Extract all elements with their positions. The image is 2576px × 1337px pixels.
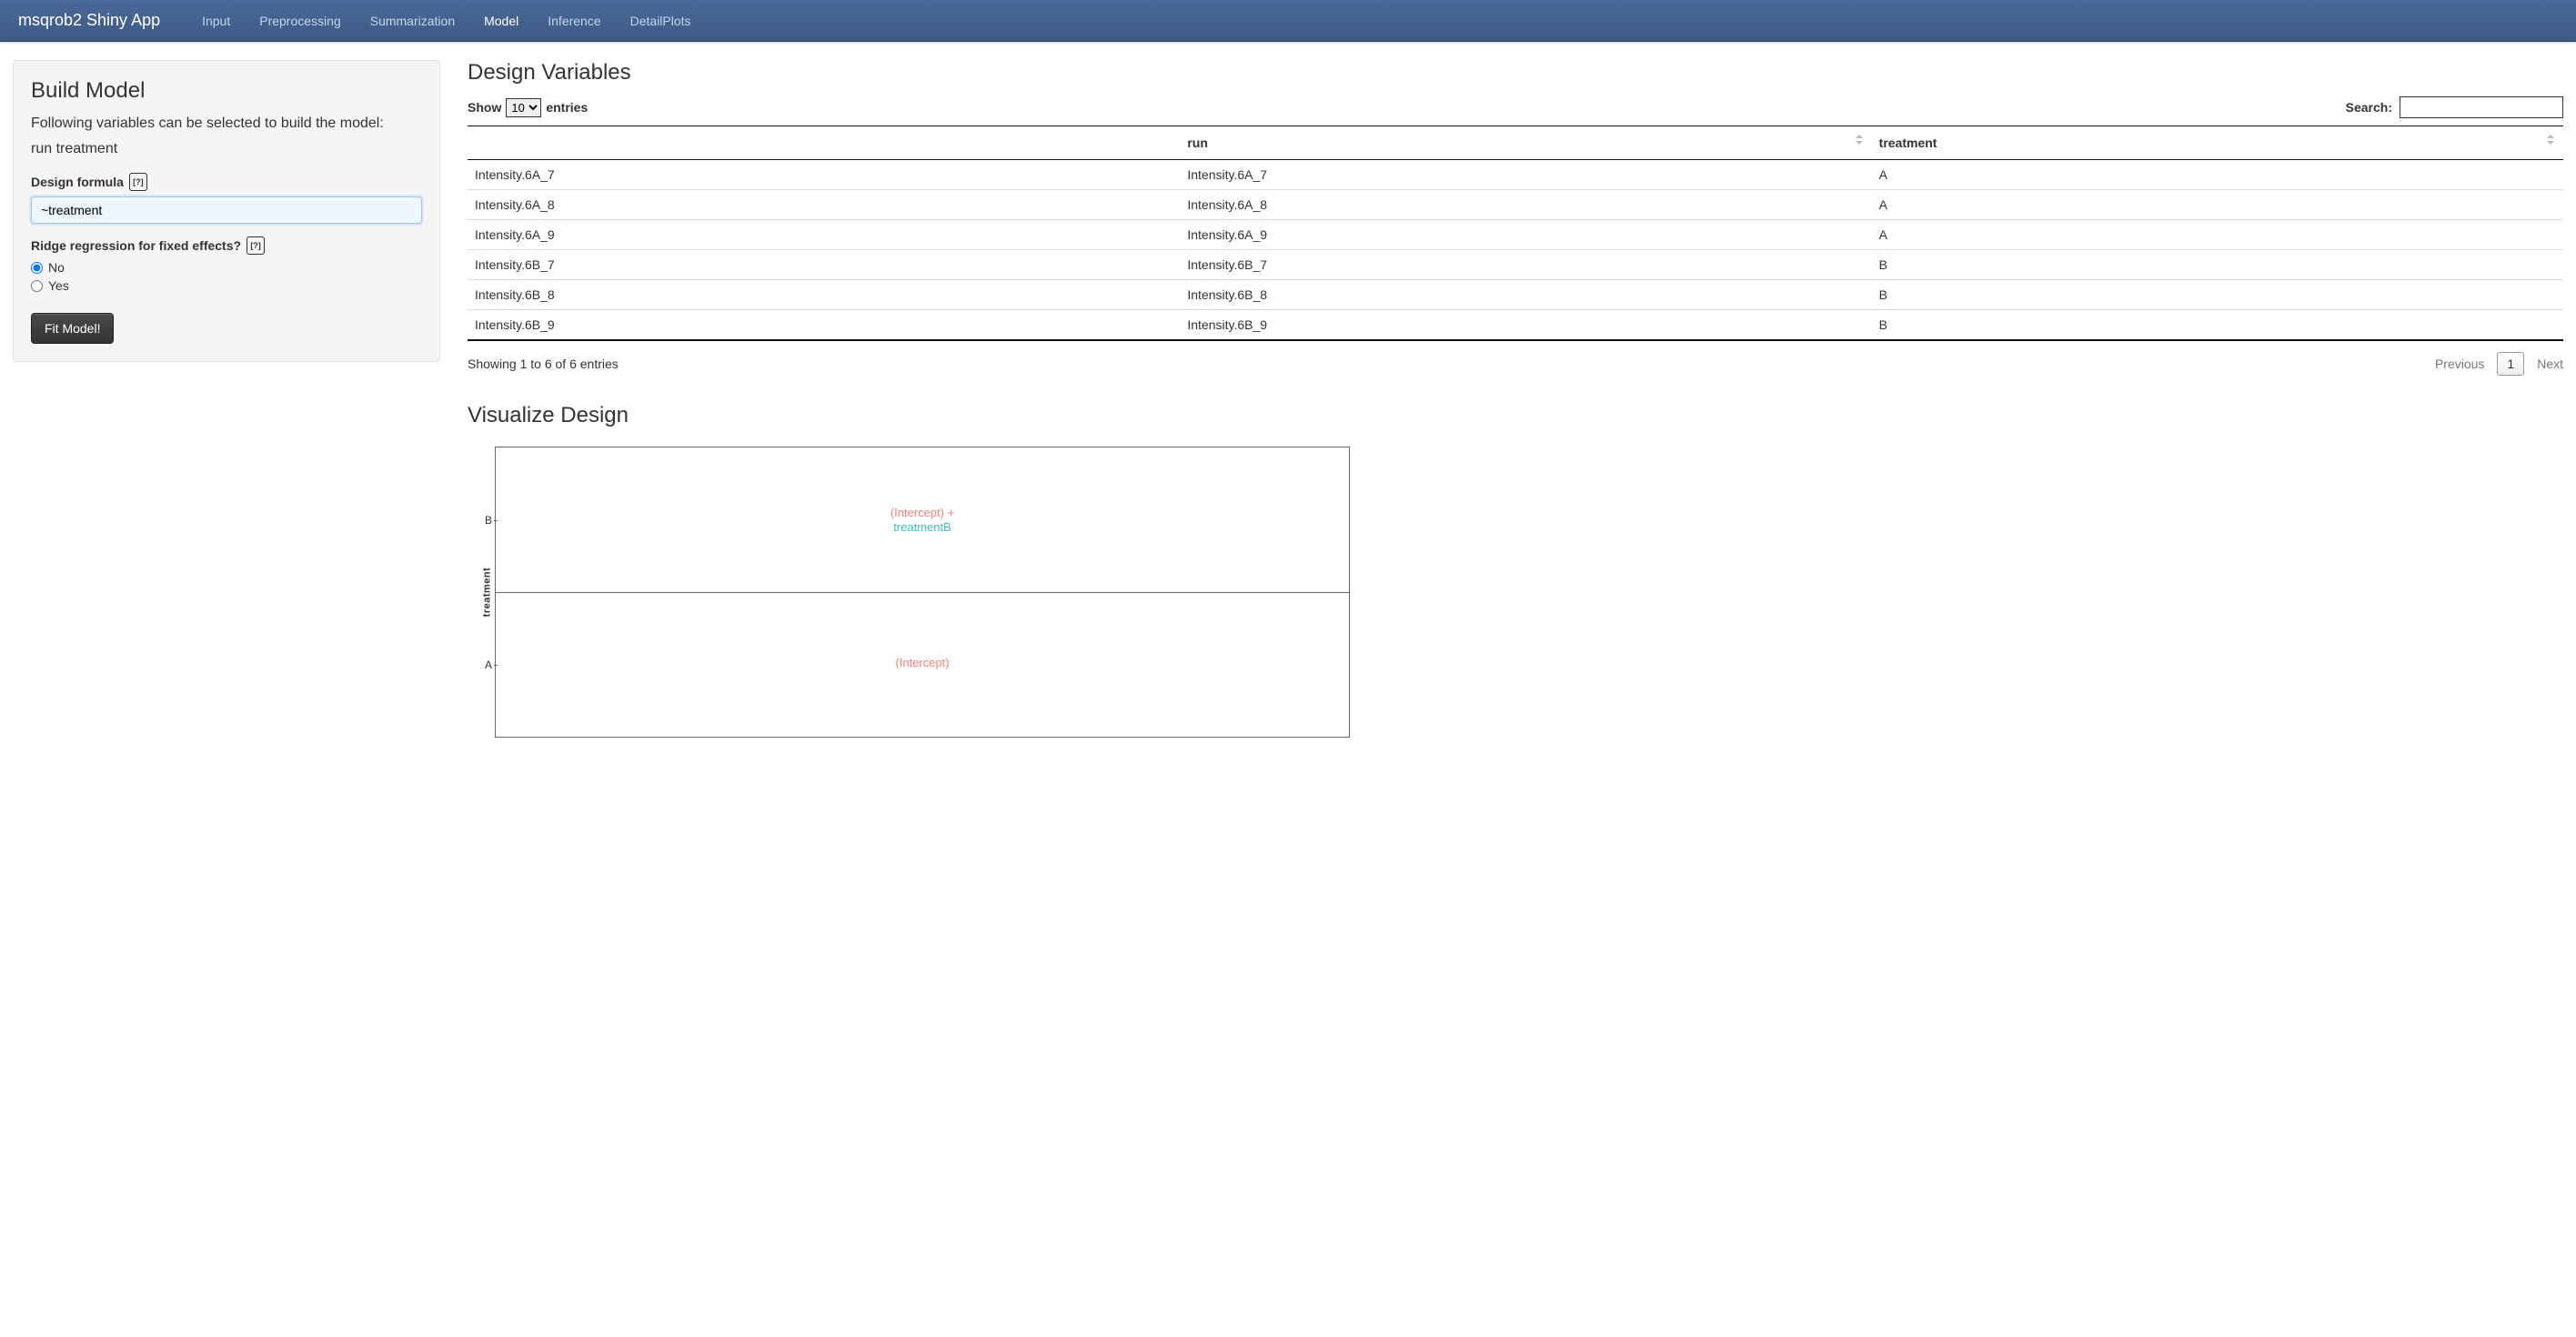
panel-desc-1: Following variables can be selected to b… <box>31 113 422 135</box>
nav-model[interactable]: Model <box>469 1 533 41</box>
ridge-no-radio[interactable] <box>31 262 43 274</box>
visualize-section: Visualize Design treatment B A (Intercep… <box>468 403 2563 738</box>
table-row[interactable]: Intensity.6B_7Intensity.6B_7B <box>468 250 2563 280</box>
help-icon[interactable]: [?] <box>129 173 147 191</box>
y-tick-a: A <box>485 658 492 671</box>
search-input[interactable] <box>2400 96 2563 118</box>
ridge-yes-radio[interactable] <box>31 280 43 292</box>
cell-id: Intensity.6A_7 <box>468 160 1180 190</box>
table-row[interactable]: Intensity.6A_7Intensity.6A_7A <box>468 160 2563 190</box>
cell-treatment: B <box>1872 310 2563 341</box>
build-model-panel: Build Model Following variables can be s… <box>13 60 440 362</box>
show-label-pre: Show <box>468 100 501 115</box>
cell-run: Intensity.6A_7 <box>1180 160 1871 190</box>
cell-run: Intensity.6B_7 <box>1180 250 1871 280</box>
cell-run: Intensity.6B_9 <box>1180 310 1871 341</box>
cell-id: Intensity.6B_7 <box>468 250 1180 280</box>
intercept-term: (Intercept) <box>895 656 949 669</box>
intercept-plus: (Intercept) + <box>891 506 954 519</box>
nav-preprocessing[interactable]: Preprocessing <box>245 1 356 41</box>
cell-id: Intensity.6A_9 <box>468 220 1180 250</box>
treatment-b-term: treatmentB <box>893 520 951 534</box>
cell-run: Intensity.6A_8 <box>1180 190 1871 220</box>
formula-label: Design formula [?] <box>31 173 422 191</box>
cell-treatment: B <box>1872 280 2563 310</box>
navbar-brand: msqrob2 Shiny App <box>18 11 160 30</box>
table-body: Intensity.6A_7Intensity.6A_7A Intensity.… <box>468 160 2563 341</box>
formula-label-text: Design formula <box>31 175 124 189</box>
chart-divider <box>496 592 1349 593</box>
next-page[interactable]: Next <box>2537 357 2563 371</box>
ridge-radio-group: No Yes <box>31 260 422 293</box>
cell-id: Intensity.6A_8 <box>468 190 1180 220</box>
navbar: msqrob2 Shiny App Input Preprocessing Su… <box>0 0 2576 42</box>
chart-wrap: treatment B A (Intercept) + treatmentB (… <box>495 447 2563 738</box>
ridge-label: Ridge regression for fixed effects? [?] <box>31 236 422 255</box>
search-wrap: Search: <box>2346 96 2563 118</box>
ridge-no-row[interactable]: No <box>31 260 422 275</box>
ridge-label-text: Ridge regression for fixed effects? <box>31 238 241 253</box>
cell-label-b: (Intercept) + treatmentB <box>891 506 954 537</box>
cell-treatment: A <box>1872 220 2563 250</box>
col-header-id[interactable] <box>468 126 1180 160</box>
table-row[interactable]: Intensity.6A_9Intensity.6A_9A <box>468 220 2563 250</box>
cell-treatment: A <box>1872 190 2563 220</box>
viz-title: Visualize Design <box>468 403 2563 428</box>
cell-label-a: (Intercept) <box>895 656 949 671</box>
panel-desc-2: run treatment <box>31 138 422 160</box>
table-row[interactable]: Intensity.6B_9Intensity.6B_9B <box>468 310 2563 341</box>
fit-model-button[interactable]: Fit Model! <box>31 313 114 344</box>
table-row[interactable]: Intensity.6B_8Intensity.6B_8B <box>468 280 2563 310</box>
nav-detailplots[interactable]: DetailPlots <box>616 1 706 41</box>
design-chart: B A (Intercept) + treatmentB (Intercept) <box>495 447 1350 738</box>
help-icon[interactable]: [?] <box>247 236 265 255</box>
search-label: Search: <box>2346 100 2392 115</box>
page-number[interactable]: 1 <box>2497 352 2524 376</box>
formula-input[interactable] <box>31 196 422 224</box>
cell-run: Intensity.6A_9 <box>1180 220 1871 250</box>
datatable-header: Show 10 entries Search: <box>468 96 2563 118</box>
cell-treatment: B <box>1872 250 2563 280</box>
show-entries-select[interactable]: 10 <box>506 98 541 117</box>
show-entries: Show 10 entries <box>468 98 588 117</box>
prev-page[interactable]: Previous <box>2435 357 2484 371</box>
ridge-yes-label: Yes <box>48 278 69 293</box>
nav-input[interactable]: Input <box>187 1 245 41</box>
main-content: Design Variables Show 10 entries Search:… <box>468 60 2563 738</box>
table-row[interactable]: Intensity.6A_8Intensity.6A_8A <box>468 190 2563 220</box>
datatable-footer: Showing 1 to 6 of 6 entries Previous 1 N… <box>468 352 2563 376</box>
y-tick-b: B <box>485 514 492 527</box>
sidebar: Build Model Following variables can be s… <box>13 60 440 738</box>
col-header-run[interactable]: run <box>1180 126 1871 160</box>
cell-id: Intensity.6B_9 <box>468 310 1180 341</box>
col-header-treatment[interactable]: treatment <box>1872 126 2563 160</box>
y-axis: B A <box>470 447 492 737</box>
cell-id: Intensity.6B_8 <box>468 280 1180 310</box>
cell-treatment: A <box>1872 160 2563 190</box>
show-label-post: entries <box>546 100 588 115</box>
ridge-yes-row[interactable]: Yes <box>31 278 422 293</box>
panel-title: Build Model <box>31 78 422 104</box>
pagination: Previous 1 Next <box>2435 352 2563 376</box>
design-vars-title: Design Variables <box>468 60 2563 85</box>
ridge-no-label: No <box>48 260 65 275</box>
nav-summarization[interactable]: Summarization <box>356 1 469 41</box>
nav-inference[interactable]: Inference <box>533 1 615 41</box>
table-info: Showing 1 to 6 of 6 entries <box>468 357 619 371</box>
design-vars-table: run treatment Intensity.6A_7Intensity.6A… <box>468 126 2563 341</box>
cell-run: Intensity.6B_8 <box>1180 280 1871 310</box>
